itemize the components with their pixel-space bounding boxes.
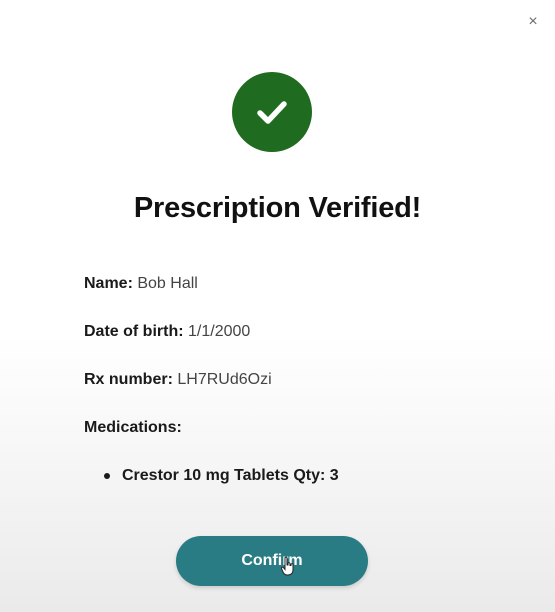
hand-cursor-icon bbox=[281, 556, 294, 576]
medications-list: Crestor 10 mg Tablets Qty: 3 bbox=[104, 464, 339, 488]
rx-number-label: Rx number: bbox=[84, 371, 173, 388]
name-value: Bob Hall bbox=[137, 275, 198, 292]
medications-label: Medications: bbox=[84, 419, 182, 436]
name-label: Name: bbox=[84, 275, 133, 292]
rx-number-row: Rx number: LH7RUd6Ozi bbox=[84, 368, 272, 416]
list-item: Crestor 10 mg Tablets Qty: 3 bbox=[104, 464, 339, 488]
confirm-button[interactable]: Confirm bbox=[176, 536, 368, 586]
name-row: Name: Bob Hall bbox=[84, 272, 272, 320]
rx-number-value: LH7RUd6Ozi bbox=[177, 371, 272, 388]
dob-value: 1/1/2000 bbox=[188, 323, 251, 340]
verification-modal: × Prescription Verified! Name: Bob Hall … bbox=[0, 0, 555, 612]
dob-row: Date of birth: 1/1/2000 bbox=[84, 320, 272, 368]
verified-check-badge bbox=[232, 72, 312, 152]
check-icon bbox=[257, 101, 287, 124]
dob-label: Date of birth: bbox=[84, 323, 184, 340]
close-icon[interactable]: × bbox=[525, 14, 541, 30]
medication-text: Crestor 10 mg Tablets Qty: 3 bbox=[122, 467, 339, 484]
bullet-icon bbox=[104, 473, 110, 479]
medications-heading-row: Medications: bbox=[84, 416, 272, 464]
modal-title: Prescription Verified! bbox=[133, 192, 422, 224]
prescription-details: Name: Bob Hall Date of birth: 1/1/2000 R… bbox=[84, 272, 272, 464]
